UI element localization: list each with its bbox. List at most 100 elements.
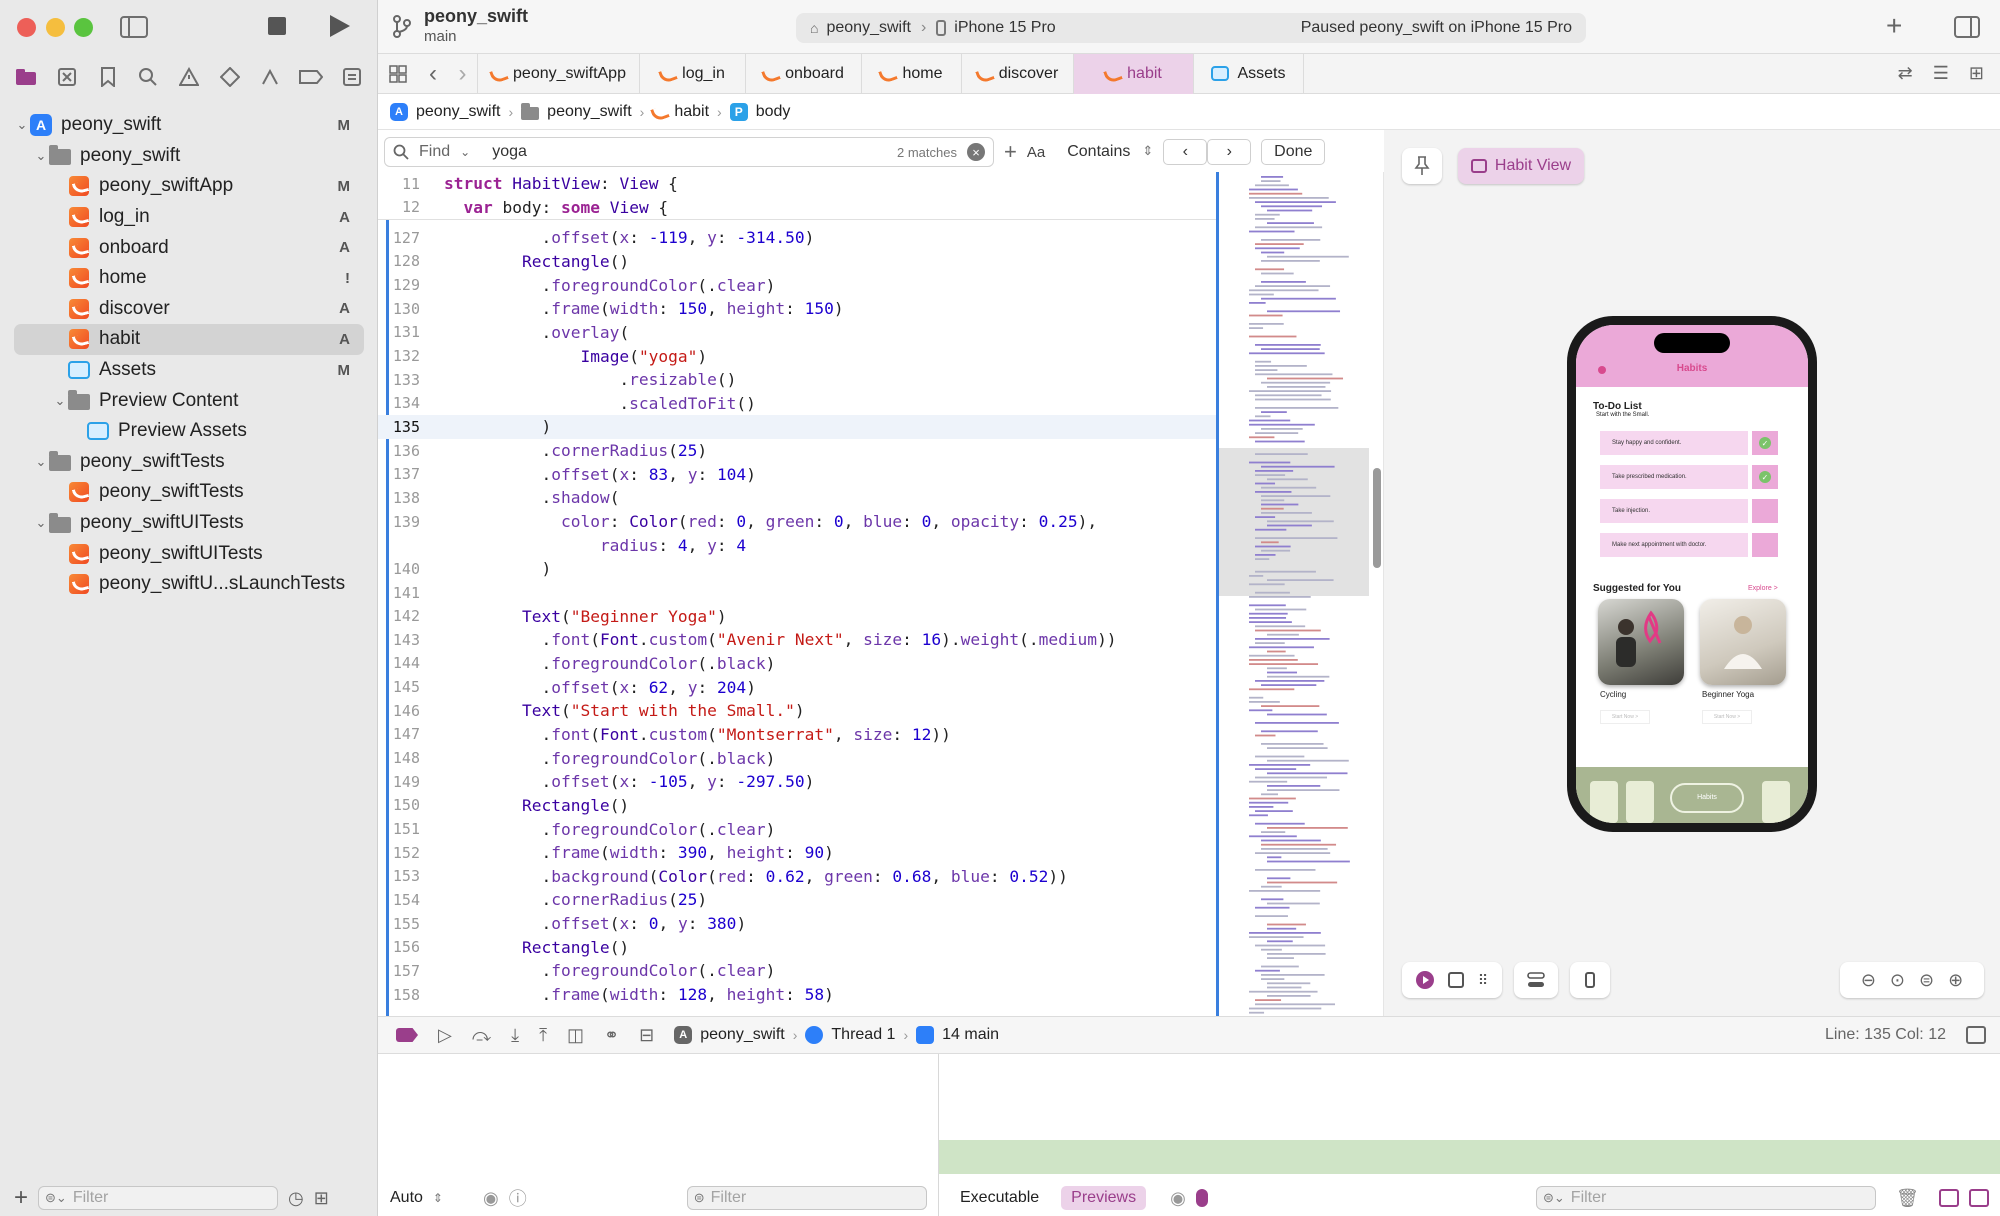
source-control-icon[interactable]: [54, 64, 80, 90]
run-icon[interactable]: [330, 15, 350, 37]
find-query[interactable]: yoga: [492, 143, 527, 161]
navigator-item[interactable]: ⌄ Preview Content: [14, 385, 364, 416]
todo-item[interactable]: Stay happy and confident.: [1600, 431, 1748, 455]
disclosure-chevron-icon[interactable]: ⌄: [33, 515, 49, 531]
console-previews-tab[interactable]: Previews: [1061, 1186, 1147, 1210]
code-line[interactable]: 129 .foregroundColor(.clear): [378, 273, 1216, 297]
next-match-button[interactable]: ›: [1207, 139, 1252, 165]
eye-icon[interactable]: ◉: [483, 1188, 499, 1209]
eye-icon[interactable]: ◉: [1170, 1188, 1186, 1209]
continue-icon[interactable]: ▷: [438, 1025, 452, 1046]
code-line[interactable]: 139 color: Color(red: 0, green: 0, blue:…: [378, 510, 1216, 534]
code-line[interactable]: 155 .offset(x: 0, y: 380): [378, 912, 1216, 936]
match-case-toggle[interactable]: Aa: [1027, 144, 1045, 161]
toggle-icon[interactable]: [1195, 1189, 1208, 1207]
navigator-item[interactable]: ⌄ peony_swift: [14, 141, 364, 172]
disclosure-chevron-icon[interactable]: ⌄: [33, 454, 49, 470]
breadcrumb-file[interactable]: habit: [674, 103, 709, 121]
breadcrumb-group[interactable]: peony_swift: [547, 103, 632, 121]
todo-item[interactable]: Take prescribed medication.: [1600, 465, 1748, 489]
show-variables-icon[interactable]: [1938, 1189, 1959, 1207]
code-line[interactable]: 136 .cornerRadius(25): [378, 439, 1216, 463]
code-line[interactable]: 157 .foregroundColor(.clear): [378, 959, 1216, 983]
todo-checkbox[interactable]: ✓: [1752, 431, 1778, 455]
navigator-item[interactable]: discover A: [14, 294, 364, 325]
code-line[interactable]: 141: [378, 581, 1216, 605]
code-line[interactable]: 158 .frame(width: 128, height: 58): [378, 983, 1216, 1007]
live-preview-icon[interactable]: [1415, 971, 1434, 989]
filter-options-icon[interactable]: ⊜⌄: [45, 1190, 67, 1206]
code-line[interactable]: 128 Rectangle(): [378, 250, 1216, 274]
test-navigator-icon[interactable]: [217, 64, 243, 90]
split-editor-icon[interactable]: ⊞: [1969, 63, 1984, 84]
done-button[interactable]: Done: [1261, 139, 1326, 165]
code-line[interactable]: 132 Image("yoga"): [378, 344, 1216, 368]
show-console-icon[interactable]: [1968, 1189, 1989, 1207]
todo-item[interactable]: Take injection.: [1600, 499, 1748, 523]
tab-assets[interactable]: Assets: [1194, 53, 1304, 94]
breadcrumb-symbol[interactable]: body: [756, 103, 791, 121]
scrollbar[interactable]: [1373, 468, 1381, 568]
code-line[interactable]: 146 Text("Start with the Small."): [378, 699, 1216, 723]
swap-editor-icon[interactable]: ⇄: [1898, 63, 1913, 84]
close-window-button[interactable]: [17, 18, 36, 37]
navigator-item[interactable]: log_in A: [14, 202, 364, 233]
code-line[interactable]: 152 .frame(width: 390, height: 90): [378, 841, 1216, 865]
filter-options-icon[interactable]: ⊜: [694, 1190, 705, 1206]
debug-process[interactable]: peony_swift: [700, 1026, 785, 1044]
code-line[interactable]: 133 .resizable(): [378, 368, 1216, 392]
code-line[interactable]: radius: 4, y: 4: [378, 533, 1216, 557]
console-executable-tab[interactable]: Executable: [960, 1189, 1039, 1207]
navigator-item[interactable]: peony_swiftApp M: [14, 171, 364, 202]
recent-files-icon[interactable]: ◷: [288, 1188, 304, 1209]
code-line[interactable]: 147 .font(Font.custom("Montserrat", size…: [378, 723, 1216, 747]
breadcrumb-project[interactable]: peony_swift: [416, 103, 501, 121]
match-mode-popup[interactable]: Contains ⇕: [1067, 143, 1153, 161]
code-line[interactable]: 137 .offset(x: 83, y: 104): [378, 463, 1216, 487]
tab-peony_swiftapp[interactable]: peony_swiftApp: [478, 53, 640, 94]
toggle-inspector-icon[interactable]: [1954, 16, 1980, 38]
zoom-100-icon[interactable]: ⊜: [1919, 970, 1934, 991]
navigator-item[interactable]: habit A: [14, 324, 364, 355]
issue-navigator-icon[interactable]: [176, 64, 202, 90]
selectable-mode-icon[interactable]: [1447, 972, 1464, 988]
navigator-item[interactable]: Preview Assets: [14, 416, 364, 447]
navigator-item[interactable]: onboard A: [14, 232, 364, 263]
debug-thread[interactable]: Thread 1: [831, 1026, 895, 1044]
source-control-filter-icon[interactable]: ⊞: [314, 1188, 329, 1209]
code-line[interactable]: 130 .frame(width: 150, height: 150): [378, 297, 1216, 321]
editor-options-icon[interactable]: ☰: [1933, 63, 1949, 84]
code-line[interactable]: 142 Text("Beginner Yoga"): [378, 604, 1216, 628]
variables-mode-popup[interactable]: Auto: [390, 1189, 423, 1207]
tab-home[interactable]: [1590, 781, 1618, 823]
navigator-filter-field[interactable]: ⊜⌄ Filter: [38, 1186, 279, 1210]
tab-home[interactable]: home: [862, 53, 962, 94]
zoom-in-icon[interactable]: ⊕: [1948, 970, 1963, 991]
code-line[interactable]: 131 .overlay(: [378, 321, 1216, 345]
code-line[interactable]: 140 ): [378, 557, 1216, 581]
pin-icon[interactable]: [1402, 148, 1442, 184]
step-out-icon[interactable]: ⤒: [539, 1025, 547, 1046]
environment-overrides-icon[interactable]: ⊟: [639, 1025, 654, 1046]
back-icon[interactable]: ‹: [418, 54, 448, 94]
report-navigator-icon[interactable]: [339, 64, 365, 90]
yoga-image[interactable]: [1700, 599, 1786, 685]
tab-profile[interactable]: [1762, 781, 1790, 823]
add-pattern-icon[interactable]: +: [1004, 139, 1017, 165]
navigator-item[interactable]: home!: [14, 263, 364, 294]
find-navigator-icon[interactable]: [135, 64, 161, 90]
breakpoints-toggle-icon[interactable]: [396, 1028, 418, 1042]
clear-icon[interactable]: ×: [967, 143, 985, 161]
phone-screen[interactable]: Habits To-Do List Start with the Small. …: [1576, 325, 1808, 823]
scheme-target[interactable]: peony_swift: [826, 19, 911, 37]
navigator-item[interactable]: ⌄ peony_swiftTests: [14, 447, 364, 478]
bookmark-icon[interactable]: [95, 64, 121, 90]
related-items-icon[interactable]: [378, 54, 418, 94]
code-line[interactable]: 143 .font(Font.custom("Avenir Next", siz…: [378, 628, 1216, 652]
code-line[interactable]: 156 Rectangle(): [378, 936, 1216, 960]
scheme-device[interactable]: iPhone 15 Pro: [954, 19, 1055, 37]
source-editor[interactable]: 11 struct HabitView: View {12 var body: s…: [378, 172, 1216, 1016]
zoom-to-fit-icon[interactable]: ⊙: [1890, 970, 1905, 991]
code-line[interactable]: 144 .foregroundColor(.black): [378, 652, 1216, 676]
toggle-sidebar-icon[interactable]: [120, 16, 148, 38]
